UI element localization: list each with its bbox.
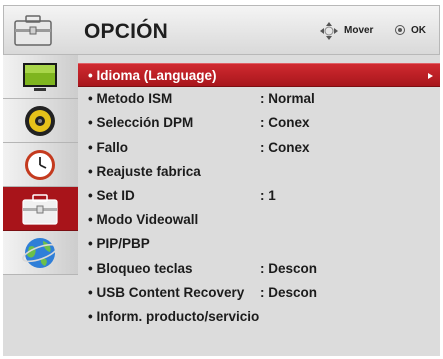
osd-menu-panel: OPCIÓN Mover OK • Idioma (Language) • Me… [3,5,440,356]
menu-item-videowall[interactable]: • Modo Videowall [78,208,440,232]
move-arrows-icon [320,22,338,40]
ok-hint-label: OK [411,25,426,36]
menu-item-label: • Metodo ISM [88,91,173,107]
sidebar-item-picture[interactable] [3,55,78,99]
menu-item-usb-content-recovery[interactable]: • USB Content Recovery : Descon [78,281,440,305]
menu-item-label: • PIP/PBP [88,236,150,252]
menu-item-value: : Conex [260,139,310,155]
menu-item-label: • Set ID [88,187,135,203]
menu-item-label: • Fallo [88,139,128,155]
sidebar-item-audio[interactable] [3,99,78,143]
menu-item-label: • Modo Videowall [88,212,199,228]
toolbox-icon [14,15,52,46]
menu-item-dpm-select[interactable]: • Selección DPM : Conex [78,111,440,135]
menu-item-value: : Descon [260,260,318,276]
sidebar-item-option[interactable] [3,187,78,231]
toolbox-icon [22,194,58,225]
menu-item-ism-method[interactable]: • Metodo ISM : Normal [78,87,440,111]
sidebar-item-time[interactable] [3,143,78,187]
menu-item-value: : Normal [260,91,315,107]
speaker-icon [25,106,55,136]
menu-item-pip-pbp[interactable]: • PIP/PBP [78,232,440,256]
tv-screen-icon [23,63,57,91]
submenu-arrow-icon [428,73,433,79]
sidebar-item-network[interactable] [3,231,78,275]
menu-item-factory-reset[interactable]: • Reajuste fabrica [78,160,440,184]
ok-button-icon [395,25,405,35]
menu-item-value: : Descon [260,284,318,300]
menu-item-label: • Idioma (Language) [88,68,217,83]
menu-item-value: : Conex [260,115,310,131]
menu-item-value: : 1 [260,187,276,203]
clock-icon [25,150,55,180]
menu-item-label: • Bloqueo teclas [88,260,193,276]
menu-item-label: • Reajuste fabrica [88,163,201,179]
menu-header: OPCIÓN Mover OK [3,5,440,55]
menu-item-key-lock[interactable]: • Bloqueo teclas : Descon [78,257,440,281]
move-hint-label: Mover [344,25,374,36]
globe-icon [22,238,58,268]
menu-item-label: • Inform. producto/servicio [88,308,260,324]
menu-item-set-id[interactable]: • Set ID : 1 [78,184,440,208]
menu-item-product-info[interactable]: • Inform. producto/servicio [78,305,440,329]
menu-item-language[interactable]: • Idioma (Language) [78,63,440,88]
menu-item-failover[interactable]: • Fallo : Conex [78,136,440,160]
menu-item-label: • Selección DPM [88,115,194,131]
option-menu-list: • Idioma (Language) • Metodo ISM : Norma… [78,63,440,329]
menu-item-label: • USB Content Recovery [88,284,245,300]
page-title: OPCIÓN [84,20,169,43]
category-sidebar [3,55,78,275]
